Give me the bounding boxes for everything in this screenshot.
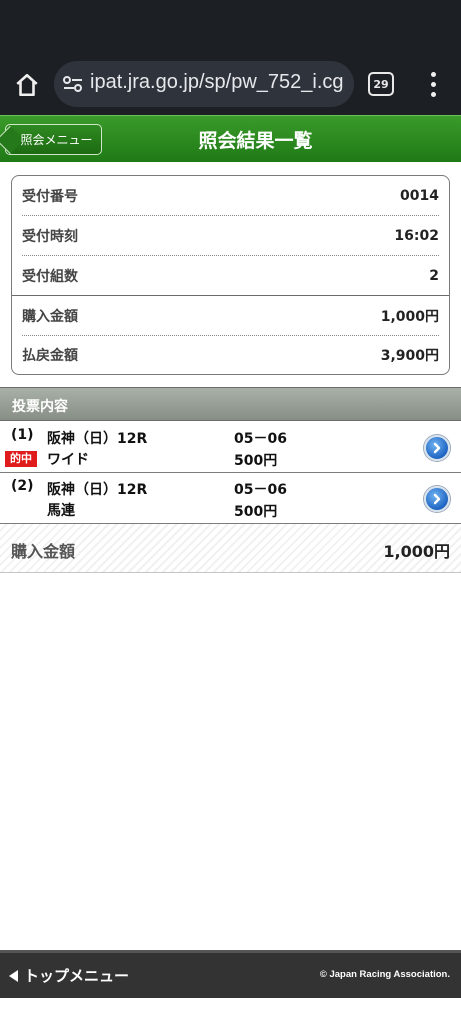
vote-row[interactable]: (1) 的中 阪神（日）12R ワイド 05－06 500円 [0, 422, 461, 473]
receipt-summary: 受付番号 0014 受付時刻 16:02 受付組数 2 購入金額 1,000円 … [11, 175, 450, 375]
url-text: ipat.jra.go.jp/sp/pw_752_i.cg [90, 71, 344, 93]
page-header: 照会メニュー 照会結果一覧 [0, 115, 461, 162]
summary-value: 3,900円 [380, 348, 439, 364]
browser-toolbar: ipat.jra.go.jp/sp/pw_752_i.cg 29 [0, 0, 461, 115]
hit-badge: 的中 [5, 451, 37, 467]
summary-row-set-count: 受付組数 2 [22, 256, 439, 296]
vote-bet-type: 馬連 [47, 503, 75, 519]
top-menu-label: トップメニュー [24, 967, 130, 985]
summary-row-receipt-time: 受付時刻 16:02 [22, 216, 439, 256]
address-bar[interactable]: ipat.jra.go.jp/sp/pw_752_i.cg [54, 61, 354, 107]
page-footer: トップメニュー © Japan Racing Association. [0, 950, 461, 998]
vote-detail-button[interactable] [424, 435, 450, 461]
back-button-label: 照会メニュー [20, 133, 93, 147]
vote-number: (1) [11, 427, 34, 443]
purchase-total: 購入金額 1,000円 [0, 524, 461, 573]
home-icon [16, 73, 38, 97]
tab-switcher-button[interactable]: 29 [368, 72, 394, 96]
summary-label: 払戻金額 [22, 348, 78, 364]
site-settings-icon[interactable] [62, 74, 84, 94]
inquiry-menu-back-button[interactable]: 照会メニュー [5, 124, 102, 155]
summary-value: 16:02 [394, 227, 439, 244]
home-button[interactable] [10, 68, 44, 102]
vote-content-section-header: 投票内容 [0, 387, 461, 421]
top-menu-link[interactable]: トップメニュー [9, 965, 129, 986]
vote-bet-type: ワイド [47, 452, 89, 468]
vote-amount: 500円 [234, 504, 278, 520]
summary-row-purchase-amount: 購入金額 1,000円 [22, 296, 439, 336]
vote-combination: 05－06 [234, 431, 287, 447]
summary-row-receipt-number: 受付番号 0014 [22, 176, 439, 216]
summary-label: 購入金額 [22, 308, 78, 325]
page: ipat.jra.go.jp/sp/pw_752_i.cg 29 照会メニュー … [0, 0, 461, 1024]
chevron-right-icon [433, 493, 441, 505]
summary-label: 受付時刻 [22, 228, 78, 245]
vote-row[interactable]: (2) 阪神（日）12R 馬連 05－06 500円 [0, 473, 461, 524]
summary-label: 受付番号 [22, 188, 78, 205]
summary-value: 1,000円 [380, 308, 439, 325]
vote-number: (2) [11, 478, 34, 494]
summary-value: 0014 [400, 187, 439, 204]
vote-race: 阪神（日）12R [47, 482, 148, 498]
total-label: 購入金額 [11, 542, 76, 561]
vote-race: 阪神（日）12R [47, 431, 148, 447]
total-value: 1,000円 [383, 542, 450, 561]
vote-combination: 05－06 [234, 482, 287, 498]
vote-amount: 500円 [234, 453, 278, 469]
summary-row-payout-amount: 払戻金額 3,900円 [22, 335, 439, 374]
more-menu-icon[interactable] [424, 70, 444, 100]
copyright-text: © Japan Racing Association. [319, 969, 450, 980]
chevron-right-icon [433, 442, 441, 454]
summary-label: 受付組数 [22, 269, 78, 285]
page-title: 照会結果一覧 [198, 130, 313, 152]
summary-value: 2 [429, 268, 439, 284]
back-triangle-icon [9, 969, 18, 982]
vote-detail-button[interactable] [424, 486, 450, 512]
tab-count: 29 [373, 77, 389, 91]
